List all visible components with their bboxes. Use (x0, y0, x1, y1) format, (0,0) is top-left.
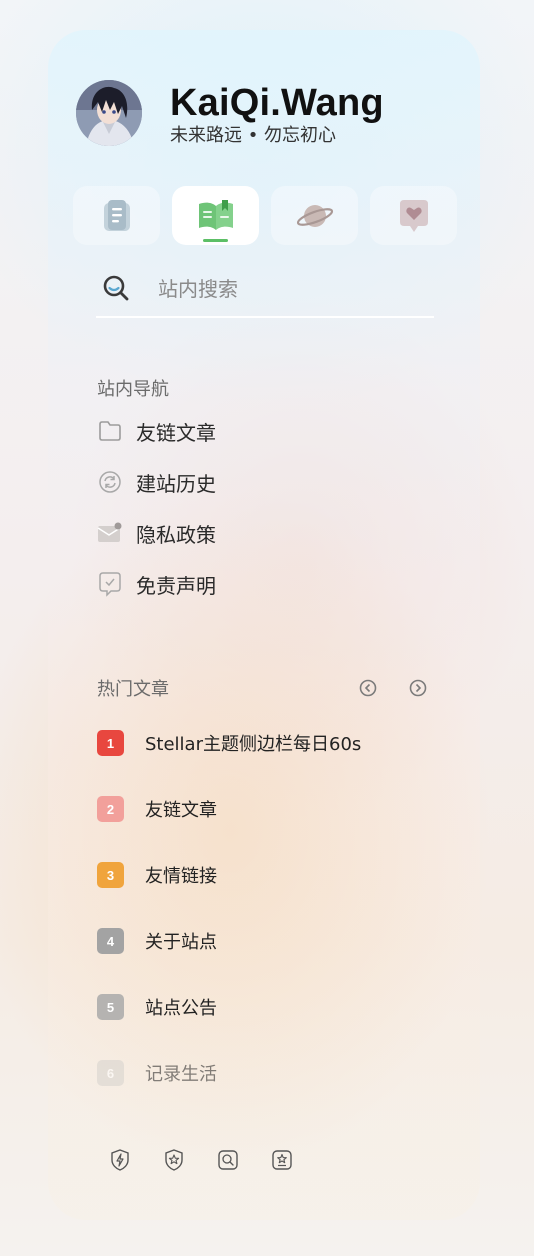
search-icon[interactable] (102, 274, 130, 302)
rank-badge: 3 (97, 862, 124, 888)
nav-item-friend-posts[interactable]: 友链文章 (97, 414, 216, 448)
sync-icon (99, 471, 121, 493)
nav-item-label: 免责声明 (136, 573, 216, 598)
site-nav-title: 站内导航 (97, 379, 169, 400)
hot-post-title: 友链文章 (145, 800, 217, 821)
nav-item-privacy[interactable]: 隐私政策 (97, 516, 216, 550)
hot-posts-title: 热门文章 (97, 679, 169, 700)
tab-wiki[interactable] (172, 186, 259, 245)
hot-post-item[interactable]: 2 友链文章 (97, 794, 217, 824)
tab-explore[interactable] (271, 186, 358, 245)
search-input[interactable] (156, 274, 420, 304)
search-bar[interactable] (96, 262, 434, 318)
profile-name[interactable]: KaiQi.Wang (170, 80, 384, 126)
hot-post-item[interactable]: 1 Stellar主题侧边栏每日60s (97, 728, 361, 758)
nav-item-label: 隐私政策 (136, 522, 216, 547)
hot-post-item[interactable]: 4 关于站点 (97, 926, 217, 956)
mail-icon (97, 522, 122, 542)
nav-item-history[interactable]: 建站历史 (97, 465, 216, 499)
shield-bolt-icon[interactable] (109, 1148, 131, 1172)
avatar-image (76, 80, 142, 146)
planet-icon (296, 204, 333, 227)
nav-item-disclaimer[interactable]: 免责声明 (97, 567, 216, 601)
heart-chat-icon (399, 199, 428, 232)
notes-icon (103, 199, 130, 231)
prev-arrow-icon[interactable] (358, 678, 378, 698)
hot-post-title: Stellar主题侧边栏每日60s (145, 734, 362, 755)
check-message-icon (99, 572, 121, 597)
hot-post-item[interactable]: 6 记录生活 (97, 1058, 217, 1088)
nav-item-label: 友链文章 (136, 420, 216, 445)
rank-badge: 4 (97, 928, 124, 954)
profile-motto: 未来路远 • 勿忘初心 (170, 125, 337, 146)
star-box-icon[interactable] (271, 1148, 293, 1172)
avatar[interactable] (76, 80, 142, 146)
rank-badge: 5 (97, 994, 124, 1020)
next-arrow-icon[interactable] (408, 678, 428, 698)
nav-item-label: 建站历史 (136, 471, 216, 496)
hot-post-item[interactable]: 5 站点公告 (97, 992, 217, 1022)
rank-badge: 6 (97, 1060, 124, 1086)
hot-post-title: 关于站点 (145, 932, 217, 953)
hot-post-title: 记录生活 (145, 1064, 217, 1085)
rank-badge: 1 (97, 730, 124, 756)
folder-icon (99, 421, 121, 441)
hot-post-title: 站点公告 (145, 998, 217, 1019)
hot-post-item[interactable]: 3 友情链接 (97, 860, 217, 890)
search-box-icon[interactable] (217, 1148, 239, 1172)
tab-social[interactable] (370, 186, 457, 245)
tab-notes[interactable] (73, 186, 160, 245)
rank-badge: 2 (97, 796, 124, 822)
hot-post-title: 友情链接 (145, 866, 217, 887)
active-tab-indicator (203, 239, 228, 242)
wiki-book-icon (198, 199, 233, 230)
shield-star-icon[interactable] (163, 1148, 185, 1172)
